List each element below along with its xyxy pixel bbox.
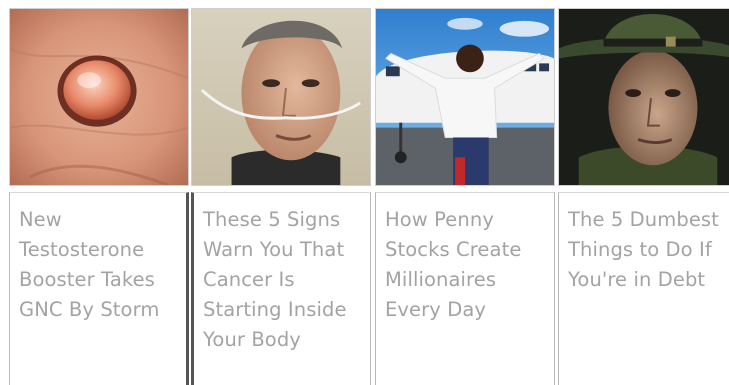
- card-title[interactable]: These 5 Signs Warn You That Cancer Is St…: [191, 192, 371, 385]
- card-title[interactable]: The 5 Dumbest Things to Do If You're in …: [558, 192, 729, 385]
- card-title[interactable]: New Testosterone Booster Takes GNC By St…: [9, 192, 189, 385]
- hand-with-capsule-image: [10, 9, 188, 185]
- card-title[interactable]: How Penny Stocks Create Millionaires Eve…: [375, 192, 555, 385]
- sponsored-card-penny-stocks[interactable]: How Penny Stocks Create Millionaires Eve…: [375, 8, 555, 385]
- sponsored-content-grid: New Testosterone Booster Takes GNC By St…: [0, 0, 729, 385]
- sponsored-card-testosterone[interactable]: New Testosterone Booster Takes GNC By St…: [9, 8, 189, 385]
- card-thumbnail[interactable]: [375, 8, 555, 186]
- card-thumbnail[interactable]: [558, 8, 729, 186]
- sponsored-card-cancer-signs[interactable]: These 5 Signs Warn You That Cancer Is St…: [191, 8, 371, 385]
- sponsored-card-debt[interactable]: The 5 Dumbest Things to Do If You're in …: [558, 8, 729, 385]
- man-with-private-jet-image: [376, 9, 554, 185]
- card-thumbnail[interactable]: [191, 8, 371, 186]
- man-with-oxygen-tube-image: [192, 9, 370, 185]
- card-thumbnail[interactable]: [9, 8, 189, 186]
- drill-sergeant-image: [559, 9, 729, 185]
